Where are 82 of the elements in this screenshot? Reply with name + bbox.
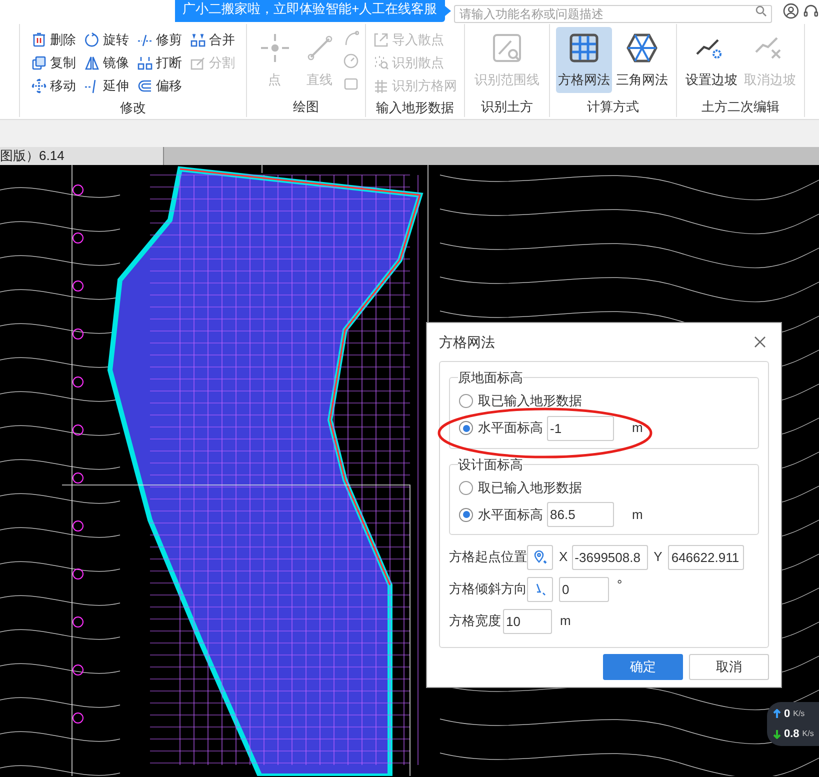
search-icon	[755, 5, 768, 17]
dialog-button[interactable]: 确定	[603, 654, 683, 680]
input-field[interactable]: 646622.911	[668, 544, 744, 570]
unit-label: m	[560, 612, 571, 630]
tool-button[interactable]: 延伸	[84, 74, 129, 98]
group-label: 绘图	[292, 98, 320, 116]
box-search-icon	[491, 32, 523, 64]
import-icon	[373, 32, 389, 48]
tool-button[interactable]: 设置边坡	[683, 27, 740, 93]
close-icon	[753, 335, 767, 349]
section-title: 设计面标高	[458, 456, 523, 474]
tool-button[interactable]: 方格网法	[556, 27, 612, 93]
radio-label: 水平面标高	[478, 506, 543, 524]
split-squares-icon	[137, 54, 153, 71]
group-label: 修改	[119, 99, 147, 117]
point-crosshair-icon	[258, 32, 290, 64]
pick-button[interactable]	[527, 576, 553, 602]
field-label: 方格倾斜方向	[449, 580, 525, 598]
user-icon	[783, 3, 800, 19]
tool-button[interactable]: 修剪	[137, 28, 182, 51]
group-label: 识别土方	[480, 98, 534, 116]
unit-label: m	[632, 506, 643, 524]
dialog-button[interactable]: 取消	[689, 654, 769, 680]
unit-label: m	[632, 419, 643, 438]
location-pin-icon	[533, 550, 547, 564]
tool-button[interactable]: 偏移	[137, 74, 182, 98]
tool-button[interactable]: 移动	[31, 74, 76, 98]
dialog-title: 方格网法	[439, 332, 495, 352]
group-label: 输入地形数据	[375, 99, 455, 117]
field-label: 方格起点位置	[449, 548, 525, 566]
tool-button[interactable]: 打断	[137, 51, 182, 74]
arc-icon	[343, 30, 359, 46]
tool-button[interactable]: 合并	[190, 28, 235, 51]
grid-hash-icon	[373, 78, 389, 94]
radio-button[interactable]	[459, 508, 473, 522]
scatter-points-icon	[373, 54, 389, 71]
notice-banner: 广小二搬家啦，立即体验智能+人工在线客服	[174, 0, 446, 22]
merge-squares-icon	[190, 32, 206, 48]
document-tab[interactable]: 图版）6.14	[0, 147, 164, 165]
speed-value: 0.8	[784, 726, 800, 742]
tool-button[interactable]: 复制	[31, 51, 76, 74]
input-field[interactable]: -3699508.8	[572, 544, 648, 570]
input-field[interactable]: 86.5	[547, 502, 614, 527]
tool-button[interactable]: 旋转	[84, 28, 129, 51]
edit-box-icon	[190, 54, 206, 71]
axis-label: X	[559, 548, 568, 566]
group-label: 计算方式	[586, 98, 640, 116]
speed-unit: K/s	[802, 728, 814, 740]
pick-button[interactable]	[527, 544, 553, 570]
upload-arrow-icon	[773, 709, 781, 719]
section-title: 原地面标高	[458, 369, 523, 387]
input-field[interactable]: 0	[559, 576, 609, 602]
circle-icon	[343, 53, 359, 69]
tool-button[interactable]: 镜像	[84, 51, 129, 74]
mirror-icon	[84, 54, 100, 71]
radio-label: 取已输入地形数据	[478, 478, 582, 497]
unit-label: °	[617, 576, 622, 594]
field-label: 方格宽度	[449, 612, 502, 630]
rectangle-icon	[343, 76, 359, 92]
tool-button[interactable]: 删除	[31, 28, 76, 51]
grid-icon	[568, 32, 600, 64]
copy-icon	[31, 54, 47, 71]
headset-icon	[803, 3, 819, 19]
move-arrows-icon	[31, 78, 47, 94]
radio-button[interactable]	[459, 421, 473, 435]
axis-label: Y	[654, 548, 662, 566]
tool-button[interactable]: 三角网法	[614, 27, 670, 93]
download-arrow-icon	[773, 729, 781, 739]
radio-label: 取已输入地形数据	[478, 392, 582, 410]
offset-curve-icon	[137, 78, 153, 94]
radio-label: 水平面标高	[478, 419, 543, 438]
rotate-icon	[84, 32, 100, 48]
group-label: 土方二次编辑	[700, 98, 780, 116]
radio-button[interactable]	[459, 480, 473, 494]
trash-icon	[31, 32, 47, 48]
search-field[interactable]: 请输入功能名称或问题描述	[454, 5, 772, 23]
hexagon-icon	[626, 32, 658, 64]
radio-button[interactable]	[459, 394, 473, 408]
speed-unit: K/s	[793, 708, 805, 720]
input-field[interactable]: 10	[503, 608, 552, 634]
input-field[interactable]: -1	[547, 416, 614, 440]
speed-value: 0	[784, 706, 790, 722]
